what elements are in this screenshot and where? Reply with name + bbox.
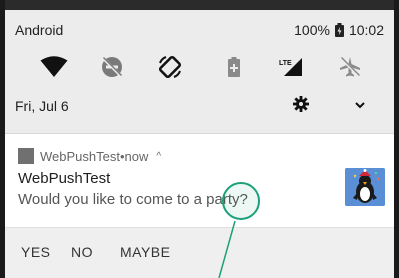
date-row: Fri, Jul 6 (15, 96, 384, 118)
notification-card[interactable]: WebPushTest • now ^ WebPushTest Would yo… (5, 133, 394, 278)
status-bar: Android 100% 10:02 (15, 22, 384, 42)
do-not-disturb-off-icon[interactable] (97, 52, 127, 82)
battery-percent: 100% (294, 22, 330, 38)
quick-settings-panel: Android 100% 10:02 LTE Fri, Jul 6 (5, 10, 394, 133)
airplane-mode-icon[interactable] (335, 52, 365, 82)
notification-text: Would you like to come to a party? (18, 191, 248, 208)
gear-icon[interactable] (293, 96, 309, 115)
action-yes-button[interactable]: YES (21, 244, 51, 260)
notification-large-icon (345, 168, 385, 206)
chevron-down-icon[interactable] (354, 98, 366, 114)
svg-text:LTE: LTE (279, 60, 292, 67)
battery-saver-icon[interactable] (219, 52, 249, 82)
battery-icon (334, 23, 344, 37)
notification-actions: YES NO MAYBE (5, 227, 394, 278)
auto-rotate-icon[interactable] (155, 52, 185, 82)
notification-app-name: WebPushTest (40, 148, 120, 164)
top-bezel (5, 0, 394, 10)
notification-title: WebPushTest (18, 170, 111, 187)
notification-time: now (124, 148, 149, 164)
app-icon (18, 148, 34, 164)
touch-indicator (222, 182, 260, 220)
notification-shade-screen: Android 100% 10:02 LTE Fri, Jul 6 WebPus… (5, 0, 394, 278)
lte-signal-icon[interactable]: LTE (276, 52, 306, 82)
status-right-group: 100% 10:02 (294, 22, 384, 38)
carrier-label: Android (15, 22, 64, 38)
notification-header: WebPushTest • now ^ (18, 147, 161, 165)
clock: 10:02 (348, 22, 384, 38)
expand-caret-icon[interactable]: ^ (156, 151, 161, 162)
wifi-icon[interactable] (39, 52, 69, 82)
date-label: Fri, Jul 6 (15, 98, 69, 114)
quick-settings-icons: LTE (5, 52, 394, 82)
action-maybe-button[interactable]: MAYBE (120, 244, 170, 260)
action-no-button[interactable]: NO (71, 244, 93, 260)
